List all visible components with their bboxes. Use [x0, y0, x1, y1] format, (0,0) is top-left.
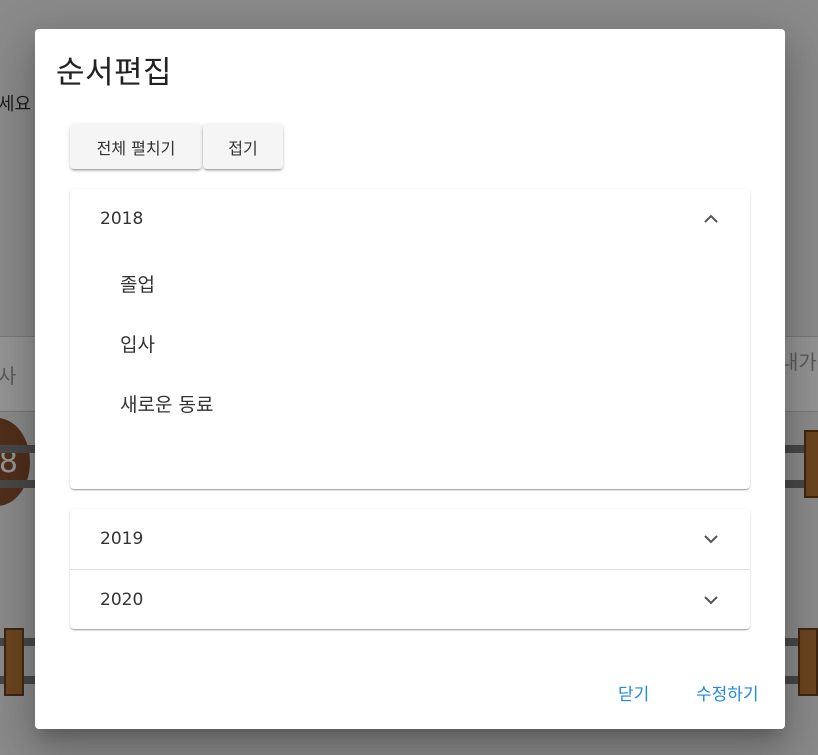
panel-header-2019[interactable]: 2019 [70, 509, 750, 569]
edit-order-dialog: 순서편집 전체 펼치기 접기 2018 졸업 입사 새로운 동료 2019 20… [35, 29, 785, 729]
panel-year: 2019 [100, 529, 144, 549]
save-button[interactable]: 수정하기 [696, 680, 759, 705]
close-button[interactable]: 닫기 [618, 680, 649, 705]
panel-year: 2018 [100, 209, 144, 229]
collapse-button[interactable]: 접기 [203, 124, 283, 169]
dialog-title: 순서편집 [56, 55, 173, 91]
expand-all-button[interactable]: 전체 펼치기 [70, 124, 202, 169]
chevron-down-icon [702, 530, 720, 548]
panel-item-list: 졸업 입사 새로운 동료 [120, 269, 213, 449]
panel-header-2020[interactable]: 2020 [70, 569, 750, 629]
chevron-up-icon [702, 210, 720, 228]
list-item[interactable]: 새로운 동료 [120, 389, 213, 449]
panel-header-2018[interactable]: 2018 [70, 189, 750, 249]
list-item[interactable]: 입사 [120, 329, 213, 389]
panel-year: 2020 [100, 589, 144, 610]
expansion-panel-group: 2019 2020 [70, 509, 750, 629]
expansion-panel-2018: 2018 졸업 입사 새로운 동료 [70, 189, 750, 489]
chevron-down-icon [702, 591, 720, 609]
list-item[interactable]: 졸업 [120, 269, 213, 329]
